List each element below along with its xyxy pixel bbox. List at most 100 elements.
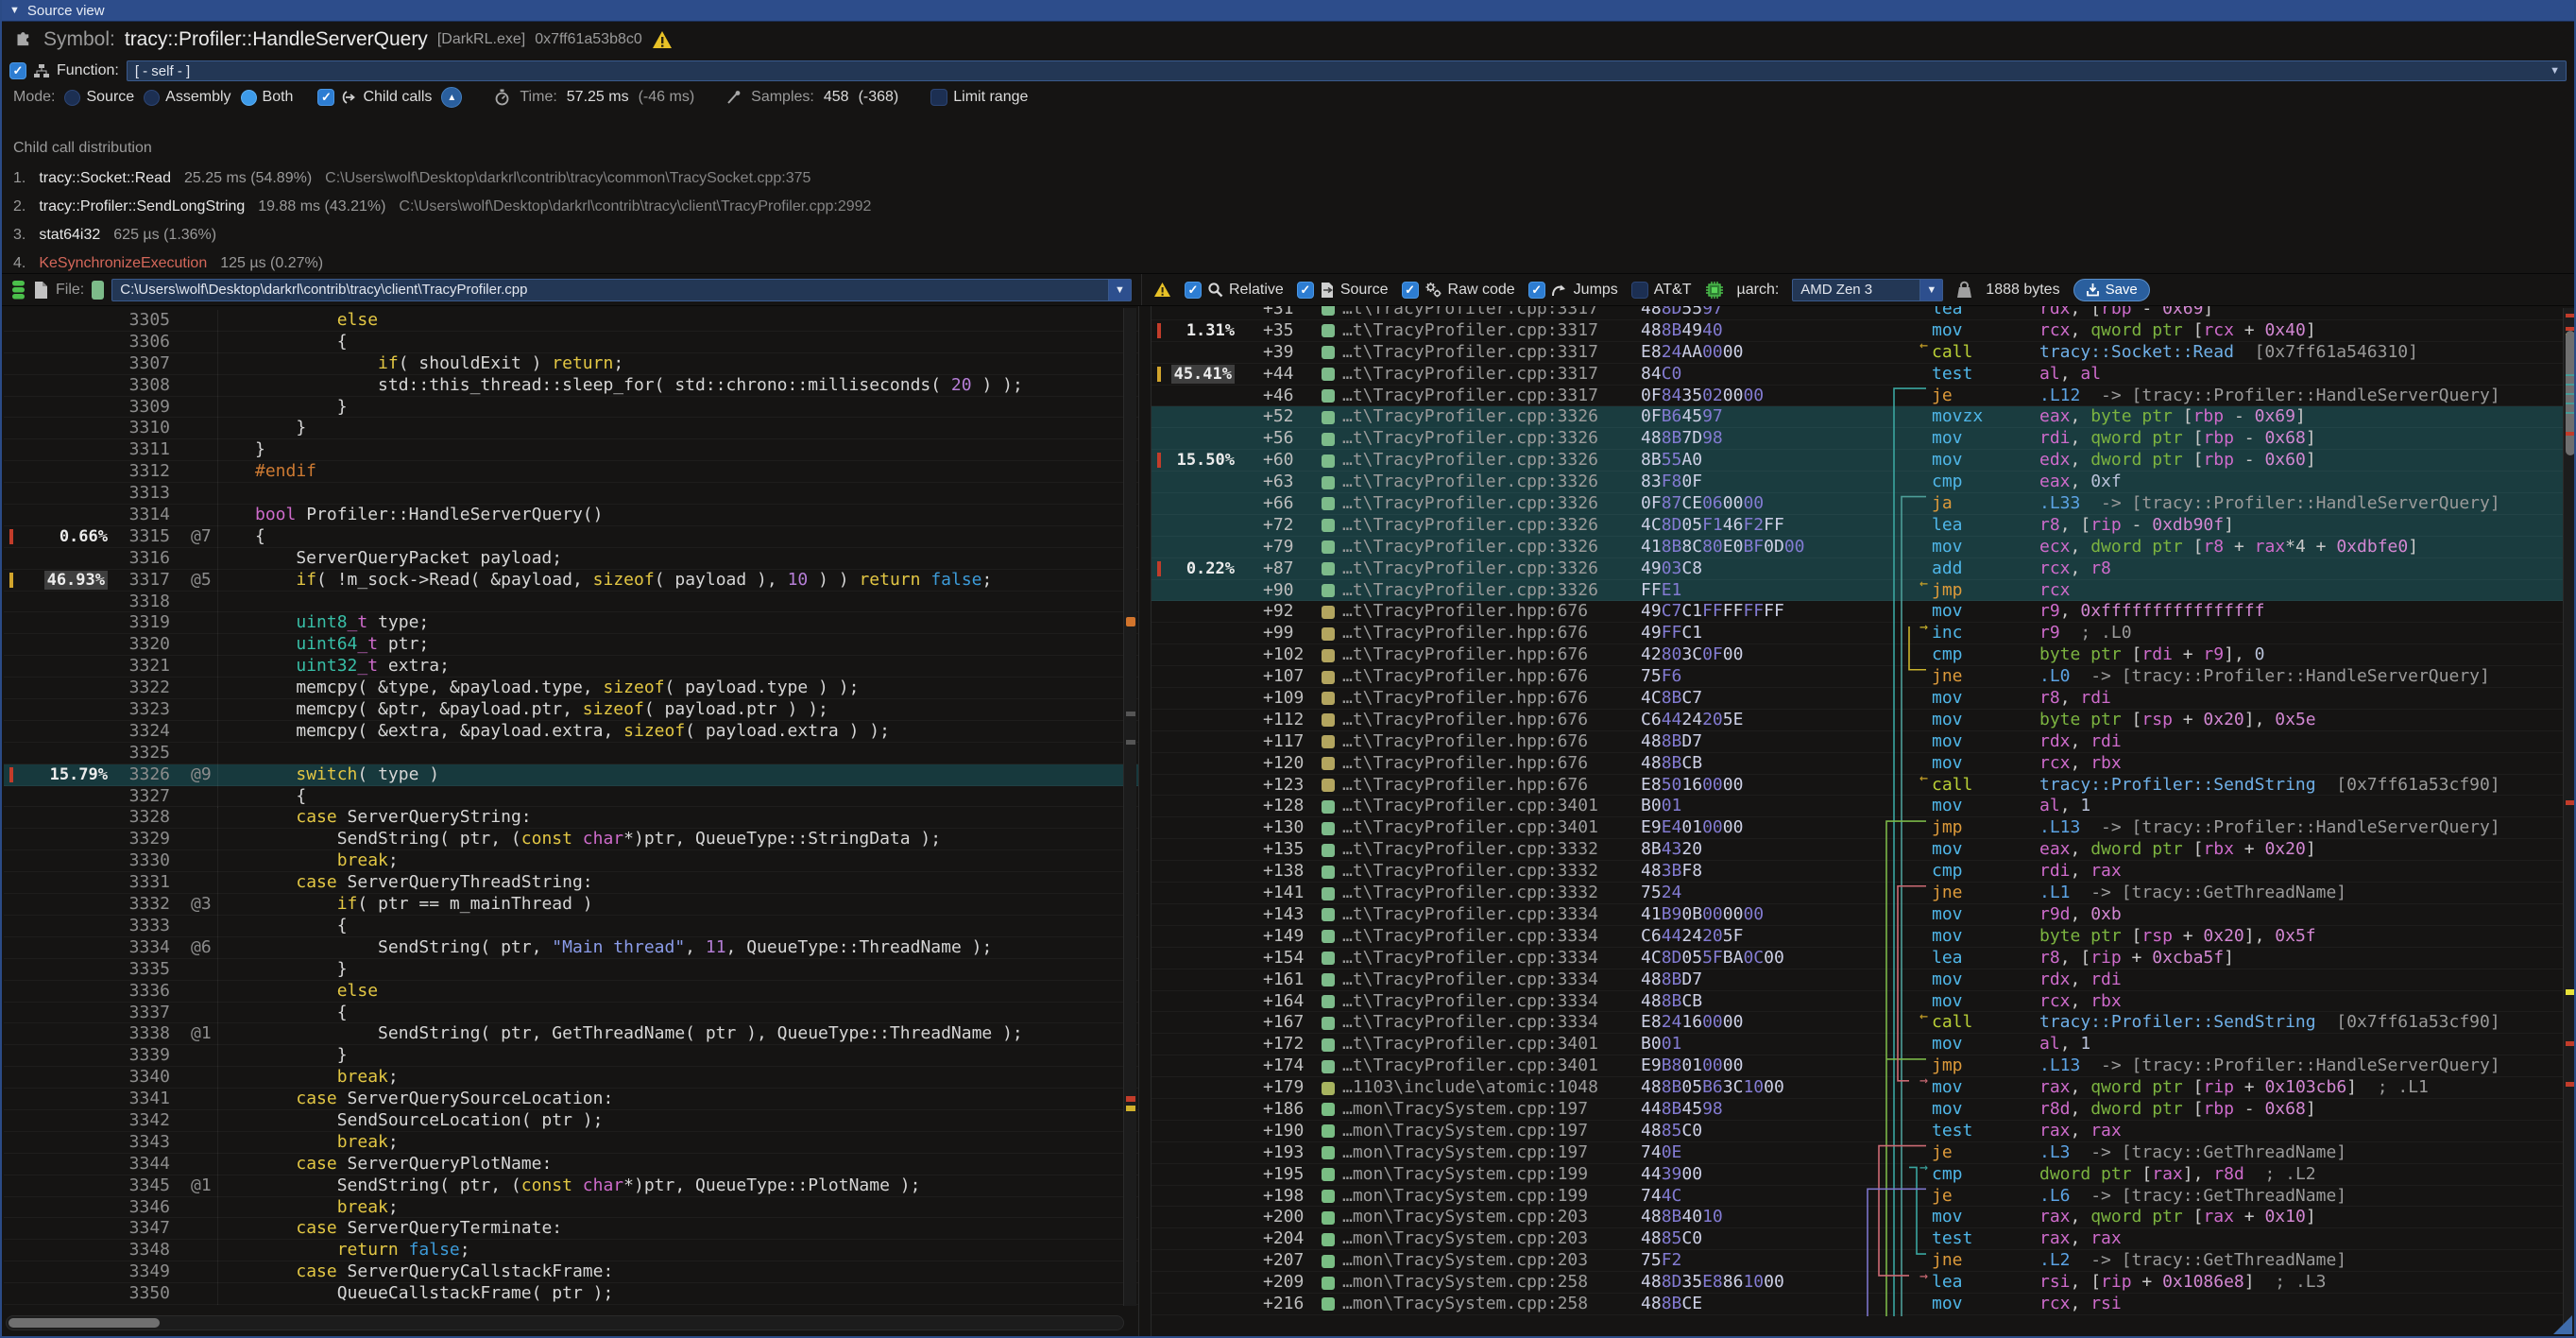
- asm-row[interactable]: +186…mon\TracySystem.cpp:197448B4598movr…: [1152, 1099, 2576, 1121]
- source-line-row[interactable]: 3344 case ServerQueryPlotName:: [4, 1154, 1138, 1175]
- asm-row[interactable]: +149…t\TracyProfiler.cpp:3334C64424205Fm…: [1152, 926, 2576, 948]
- asm-row[interactable]: +195…mon\TracySystem.cpp:199443900cmpdwo…: [1152, 1164, 2576, 1186]
- uarch-select-arrow[interactable]: ▼: [1919, 280, 1942, 300]
- source-line-row[interactable]: 3334@6 SendString( ptr, "Main thread", 1…: [4, 937, 1138, 959]
- collapse-triangle-icon[interactable]: ▼: [9, 5, 20, 16]
- source-line-row[interactable]: 3325: [4, 743, 1138, 764]
- raw-code-toggle[interactable]: Raw code: [1402, 282, 1515, 299]
- source-line-row[interactable]: 3329 SendString( ptr, (const char*)ptr, …: [4, 829, 1138, 850]
- relative-toggle[interactable]: Relative: [1185, 282, 1284, 299]
- window-title-bar[interactable]: ▼ Source view: [2, 0, 2574, 22]
- limit-range-toggle[interactable]: Limit range: [930, 89, 1028, 106]
- asm-row[interactable]: +141…t\TracyProfiler.cpp:33327524jne.L1 …: [1152, 883, 2576, 904]
- asm-row[interactable]: 1.31%+35…t\TracyProfiler.cpp:3317488B494…: [1152, 320, 2576, 342]
- source-line-row[interactable]: 3319 uint8_t type;: [4, 612, 1138, 634]
- asm-row[interactable]: +193…mon\TracySystem.cpp:197740Eje.L3 ->…: [1152, 1142, 2576, 1164]
- asm-row[interactable]: +107…t\TracyProfiler.hpp:67675F6jne.L0 -…: [1152, 666, 2576, 688]
- source-line-row[interactable]: 3313: [4, 483, 1138, 505]
- source-line-row[interactable]: 3330 break;: [4, 850, 1138, 872]
- source-line-row[interactable]: 3318: [4, 592, 1138, 613]
- asm-row[interactable]: +143…t\TracyProfiler.cpp:333441B90B00000…: [1152, 904, 2576, 926]
- asm-row[interactable]: +135…t\TracyProfiler.cpp:33328B4320movea…: [1152, 839, 2576, 861]
- radio-both[interactable]: [241, 90, 257, 106]
- source-line-row[interactable]: 3342 SendSourceLocation( ptr );: [4, 1110, 1138, 1132]
- asm-row[interactable]: +56…t\TracyProfiler.cpp:3326488B7D98movr…: [1152, 428, 2576, 450]
- source-line-row[interactable]: 46.93%3317@5 if( !m_sock->Read( &payload…: [4, 570, 1138, 592]
- asm-row[interactable]: +46…t\TracyProfiler.cpp:33170F8435020000…: [1152, 386, 2576, 407]
- source-line-row[interactable]: 3335 }: [4, 959, 1138, 981]
- source-line-row[interactable]: 3327 {: [4, 786, 1138, 808]
- asm-row[interactable]: 0.22%+87…t\TracyProfiler.cpp:33264903C8a…: [1152, 558, 2576, 580]
- asm-row[interactable]: +216…mon\TracySystem.cpp:258488BCEmovrcx…: [1152, 1294, 2576, 1315]
- collapse-up-button[interactable]: ▲: [441, 87, 462, 108]
- source-line-row[interactable]: 3337 {: [4, 1003, 1138, 1024]
- asm-row[interactable]: +109…t\TracyProfiler.hpp:6764C8BC7movr8,…: [1152, 688, 2576, 710]
- asm-row[interactable]: +200…mon\TracySystem.cpp:203488B4010movr…: [1152, 1207, 2576, 1228]
- source-line-row[interactable]: 3305 else: [4, 310, 1138, 332]
- asm-row[interactable]: +174…t\TracyProfiler.cpp:3401E9B8010000j…: [1152, 1055, 2576, 1077]
- asm-row[interactable]: +190…mon\TracySystem.cpp:1974885C0testra…: [1152, 1121, 2576, 1142]
- source-line-row[interactable]: 3349 case ServerQueryCallstackFrame:: [4, 1261, 1138, 1283]
- asm-row[interactable]: +92…t\TracyProfiler.hpp:67649C7C1FFFFFFF…: [1152, 601, 2576, 623]
- asm-row[interactable]: +117…t\TracyProfiler.hpp:676488BD7movrdx…: [1152, 731, 2576, 753]
- asm-row[interactable]: +179…1103\include\atomic:1048488B05B63C1…: [1152, 1077, 2576, 1099]
- source-line-row[interactable]: 3345@1 SendString( ptr, (const char*)ptr…: [4, 1175, 1138, 1197]
- source-hscroll-thumb[interactable]: [9, 1318, 160, 1328]
- asm-row[interactable]: +198…mon\TracySystem.cpp:199744Cje.L6 ->…: [1152, 1186, 2576, 1208]
- asm-row[interactable]: +112…t\TracyProfiler.hpp:676C64424205Emo…: [1152, 710, 2576, 731]
- source-line-row[interactable]: 3338@1 SendString( ptr, GetThreadName( p…: [4, 1023, 1138, 1045]
- source-line-row[interactable]: 3339 }: [4, 1045, 1138, 1067]
- asm-row[interactable]: +161…t\TracyProfiler.cpp:3334488BD7movrd…: [1152, 969, 2576, 991]
- source-line-row[interactable]: 3320 uint64_t ptr;: [4, 634, 1138, 656]
- child-calls-checkbox[interactable]: [317, 89, 334, 106]
- limit-range-checkbox[interactable]: [930, 89, 947, 106]
- asm-row[interactable]: +102…t\TracyProfiler.hpp:67642803C0F00cm…: [1152, 644, 2576, 666]
- asm-row[interactable]: +31…t\TracyProfiler.cpp:3317488D5597lear…: [1152, 306, 2576, 320]
- source-line-row[interactable]: 3322 memcpy( &type, &payload.type, sizeo…: [4, 678, 1138, 699]
- raw-code-checkbox[interactable]: [1402, 282, 1419, 299]
- asm-row[interactable]: +39…t\TracyProfiler.cpp:3317E824AA0000ca…: [1152, 342, 2576, 364]
- source-line-row[interactable]: 3316 ServerQueryPacket payload;: [4, 548, 1138, 570]
- asm-row[interactable]: +90…t\TracyProfiler.cpp:3326FFE1jmprcx: [1152, 580, 2576, 602]
- source-line-row[interactable]: 3336 else: [4, 981, 1138, 1003]
- source-line-row[interactable]: 3348 return false;: [4, 1240, 1138, 1261]
- source-toggle[interactable]: Source: [1297, 282, 1389, 299]
- asm-row[interactable]: +63…t\TracyProfiler.cpp:332683F80Fcmpeax…: [1152, 472, 2576, 493]
- save-button[interactable]: Save: [2073, 279, 2150, 301]
- file-select-arrow[interactable]: ▼: [1108, 280, 1131, 300]
- source-vertical-scrollbar[interactable]: [1123, 308, 1136, 1306]
- mode-option-both[interactable]: Both: [241, 89, 294, 106]
- source-line-row[interactable]: 3341 case ServerQuerySourceLocation:: [4, 1089, 1138, 1110]
- source-line-row[interactable]: 3332@3 if( ptr == m_mainThread ): [4, 894, 1138, 916]
- jumps-toggle[interactable]: Jumps: [1528, 282, 1618, 299]
- resize-grip[interactable]: [2553, 1315, 2572, 1334]
- source-line-row[interactable]: 3321 uint32_t extra;: [4, 656, 1138, 678]
- att-checkbox[interactable]: [1631, 282, 1648, 299]
- child-calls-toggle[interactable]: Child calls: [317, 89, 432, 106]
- function-select[interactable]: [ - self - ] ▼: [127, 60, 2567, 81]
- source-line-row[interactable]: 3333 {: [4, 916, 1138, 937]
- source-line-row[interactable]: 3312#endif: [4, 461, 1138, 483]
- source-line-row[interactable]: 3331 case ServerQueryThreadString:: [4, 872, 1138, 894]
- asm-row[interactable]: +207…mon\TracySystem.cpp:20375F2jne.L2 -…: [1152, 1250, 2576, 1272]
- asm-row[interactable]: +99…t\TracyProfiler.hpp:67649FFC1incr9 ;…: [1152, 623, 2576, 644]
- source-line-row[interactable]: 3308 std::this_thread::sleep_for( std::c…: [4, 375, 1138, 397]
- source-line-row[interactable]: 3307 if( shouldExit ) return;: [4, 353, 1138, 375]
- source-line-row[interactable]: 3324 memcpy( &extra, &payload.extra, siz…: [4, 721, 1138, 743]
- source-line-row[interactable]: 3314bool Profiler::HandleServerQuery(): [4, 505, 1138, 526]
- asm-row[interactable]: +120…t\TracyProfiler.hpp:676488BCBmovrcx…: [1152, 753, 2576, 775]
- asm-row[interactable]: +154…t\TracyProfiler.cpp:33344C8D055FBA0…: [1152, 948, 2576, 969]
- asm-row[interactable]: +130…t\TracyProfiler.cpp:3401E9E4010000j…: [1152, 817, 2576, 839]
- asm-row[interactable]: +123…t\TracyProfiler.hpp:676E850160000ca…: [1152, 775, 2576, 797]
- uarch-select[interactable]: AMD Zen 3 ▼: [1792, 279, 1943, 301]
- mode-option-source[interactable]: Source: [64, 89, 134, 106]
- source-line-row[interactable]: 3328 case ServerQueryString:: [4, 807, 1138, 829]
- source-line-row[interactable]: 3323 memcpy( &ptr, &payload.ptr, sizeof(…: [4, 699, 1138, 721]
- asm-row[interactable]: 45.41%+44…t\TracyProfiler.cpp:331784C0te…: [1152, 364, 2576, 386]
- assembly-pane[interactable]: +31…t\TracyProfiler.cpp:3317488D5597lear…: [1151, 306, 2576, 1336]
- asm-row[interactable]: +167…t\TracyProfiler.cpp:3334E824160000c…: [1152, 1012, 2576, 1034]
- source-line-row[interactable]: 3310 }: [4, 418, 1138, 439]
- source-line-row[interactable]: 3340 break;: [4, 1067, 1138, 1089]
- asm-row[interactable]: +204…mon\TracySystem.cpp:2034885C0testra…: [1152, 1228, 2576, 1250]
- asm-row[interactable]: +66…t\TracyProfiler.cpp:33260F87CE060000…: [1152, 493, 2576, 515]
